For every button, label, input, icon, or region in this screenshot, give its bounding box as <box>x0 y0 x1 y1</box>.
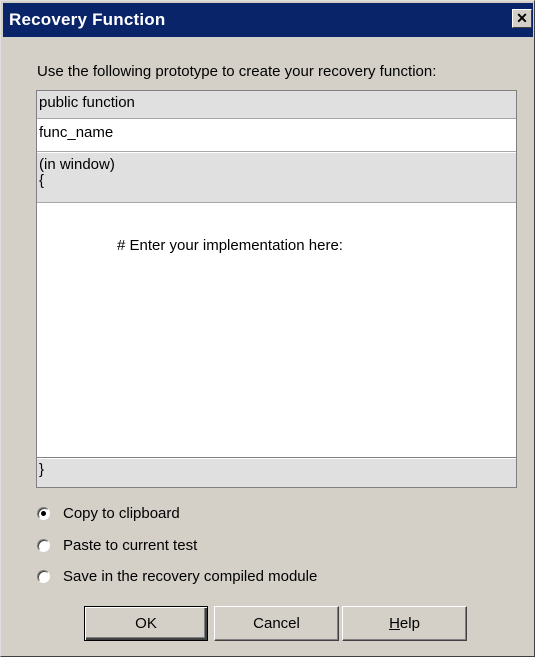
radio-label: Paste to current test <box>63 537 198 554</box>
params-line: (in window) <box>39 156 115 173</box>
function-prototype-editor[interactable]: public function func_name (in window) { … <box>36 90 517 488</box>
radio-button[interactable] <box>37 570 50 583</box>
close-brace: } <box>37 459 516 487</box>
instruction-text: Use the following prototype to create yo… <box>37 63 437 80</box>
close-button[interactable]: ✕ <box>512 9 532 28</box>
function-header-line: public function <box>37 91 516 119</box>
radio-button[interactable] <box>37 539 50 552</box>
cancel-button[interactable]: Cancel <box>214 606 339 641</box>
function-params-block: (in window) { <box>37 153 516 203</box>
window-title: Recovery Function <box>9 10 166 29</box>
implementation-comment: # Enter your implementation here: <box>117 237 343 254</box>
help-button[interactable]: Help <box>342 606 467 641</box>
help-label: elp <box>399 615 420 632</box>
open-brace: { <box>39 172 45 189</box>
radio-label: Copy to clipboard <box>63 505 180 522</box>
close-icon: ✕ <box>516 10 528 26</box>
title-bar[interactable]: Recovery Function ✕ <box>3 3 533 37</box>
radio-button-checked[interactable] <box>37 507 50 520</box>
implementation-area[interactable]: # Enter your implementation here: <box>37 204 516 458</box>
function-name-field[interactable]: func_name <box>37 120 516 152</box>
radio-label: Save in the recovery compiled module <box>63 568 318 585</box>
ok-button[interactable]: OK <box>84 606 208 641</box>
help-mnemonic: H <box>389 615 400 632</box>
recovery-function-dialog: Recovery Function ✕ Use the following pr… <box>0 0 535 657</box>
radio-dot-icon <box>41 511 46 516</box>
